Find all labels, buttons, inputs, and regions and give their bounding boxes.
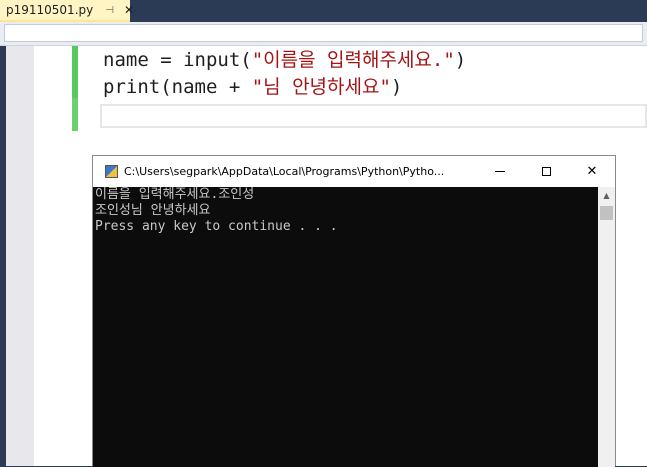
- document-tab-strip: p19110501.py ⊣ ✕: [0, 0, 647, 22]
- maximize-button[interactable]: [523, 156, 569, 187]
- close-icon[interactable]: ✕: [124, 3, 134, 17]
- python-icon: [105, 165, 118, 178]
- change-indicator-bar: [72, 46, 78, 98]
- pin-icon[interactable]: ⊣: [105, 5, 114, 16]
- code-line-1[interactable]: name = input("이름을 입력해주세요."): [103, 47, 466, 73]
- code-string-literal: "님 안녕하세요": [251, 76, 391, 98]
- console-title-bar[interactable]: C:\Users\segpark\AppData\Local\Programs\…: [93, 156, 615, 187]
- console-window[interactable]: C:\Users\segpark\AppData\Local\Programs\…: [92, 155, 616, 467]
- console-output-line: 조인성님 안녕하세요: [95, 203, 211, 218]
- code-line-2[interactable]: print(name + "님 안녕하세요"): [103, 74, 402, 100]
- close-icon: ✕: [586, 164, 598, 179]
- scrollbar-thumb[interactable]: [600, 206, 613, 220]
- code-token: ): [454, 49, 467, 71]
- current-line-highlight[interactable]: [100, 104, 647, 128]
- code-token: ): [390, 76, 403, 98]
- minimize-button[interactable]: [477, 156, 523, 187]
- tab-file[interactable]: p19110501.py ⊣ ✕: [0, 0, 134, 22]
- member-dropdown[interactable]: [4, 24, 643, 42]
- close-button[interactable]: ✕: [569, 156, 615, 187]
- code-token: print(name +: [103, 76, 252, 98]
- minimize-icon: [495, 171, 505, 172]
- vertical-scrollbar[interactable]: ▲: [598, 187, 615, 467]
- code-string-literal: "이름을 입력해주세요.": [251, 49, 455, 71]
- console-title: C:\Users\segpark\AppData\Local\Programs\…: [124, 165, 445, 178]
- navigation-bar: [0, 22, 647, 46]
- editor-glyph-margin: [6, 46, 34, 466]
- console-output-line: 이름을 입력해주세요.조인성: [95, 187, 255, 202]
- code-token: name = input(: [103, 49, 252, 71]
- maximize-icon: [541, 167, 551, 176]
- console-output-area[interactable]: 이름을 입력해주세요.조인성 조인성님 안녕하세요 Press any key …: [93, 187, 598, 467]
- scroll-up-arrow-icon[interactable]: ▲: [598, 187, 615, 204]
- change-indicator-bar: [72, 98, 78, 131]
- tab-file-name: p19110501.py: [6, 3, 94, 17]
- console-output-line: Press any key to continue . . .: [95, 219, 338, 234]
